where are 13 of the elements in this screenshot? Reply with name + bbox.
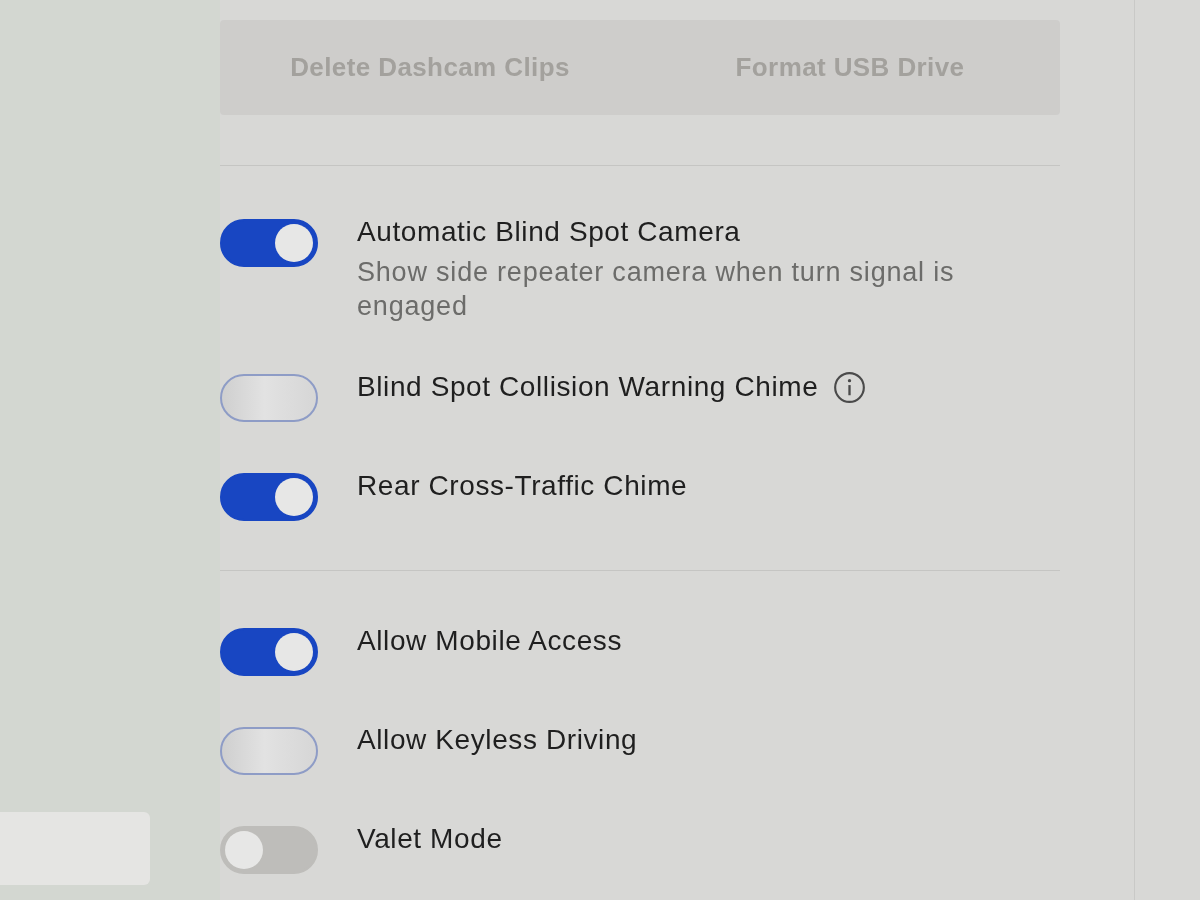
setting-title: Allow Keyless Driving	[357, 724, 638, 756]
setting-title: Allow Mobile Access	[357, 625, 623, 657]
toggle-switch[interactable]	[220, 374, 318, 422]
toggle-switch[interactable]	[220, 219, 318, 267]
toggle-switch[interactable]	[220, 628, 318, 676]
toggle-switch[interactable]	[220, 473, 318, 521]
info-icon[interactable]	[834, 371, 866, 403]
setting-title: Rear Cross-Traffic Chime	[357, 470, 688, 502]
toggle-switch[interactable]	[220, 727, 318, 775]
setting-title: Blind Spot Collision Warning Chime	[357, 371, 819, 403]
setting-title: Automatic Blind Spot Camera	[357, 216, 741, 248]
setting-description: Show side repeater camera when turn signal is engaged	[357, 256, 956, 323]
setting-title: Valet Mode	[357, 823, 503, 855]
